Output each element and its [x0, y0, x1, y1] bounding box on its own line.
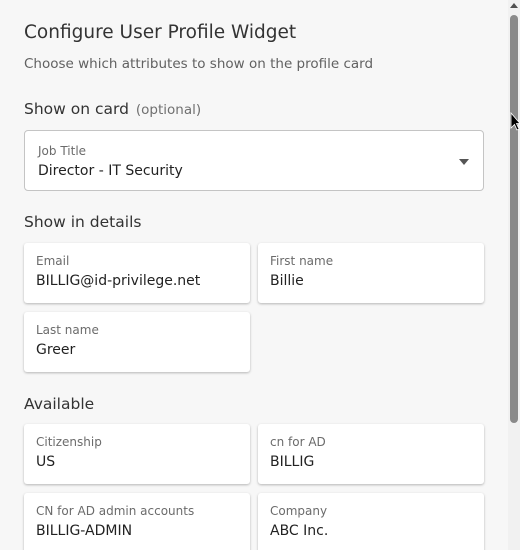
available-card-citizenship[interactable]: Citizenship US [24, 424, 250, 484]
card-value: US [36, 454, 56, 470]
job-title-select[interactable]: Job Title Director - IT Security [24, 130, 484, 191]
available-card-cn-for-ad[interactable]: cn for AD BILLIG [258, 424, 484, 484]
caret-down-icon[interactable] [459, 159, 469, 165]
card-label: Last name [36, 323, 99, 337]
card-value: BILLIG [270, 454, 315, 470]
card-value: ABC Inc. [270, 523, 329, 539]
card-value: BILLIG@id-privilege.net [36, 273, 201, 289]
optional-label: (optional) [135, 102, 202, 118]
show-in-details-heading: Show in details [24, 213, 142, 231]
card-label: First name [270, 254, 334, 268]
card-value: Greer [36, 342, 76, 358]
show-on-card-label: Show on card [24, 100, 129, 118]
available-heading: Available [24, 395, 95, 413]
scroll-up-arrow-icon[interactable] [510, 3, 518, 8]
dialog-title: Configure User Profile Widget [24, 22, 297, 43]
job-title-label: Job Title [38, 144, 87, 158]
card-value: Billie [270, 273, 304, 289]
scrollbar-thumb[interactable] [510, 15, 518, 423]
card-label: CN for AD admin accounts [36, 504, 195, 518]
card-label: cn for AD [270, 435, 326, 449]
card-value: BILLIG-ADMIN [36, 523, 133, 539]
mouse-pointer-icon [510, 112, 520, 131]
available-card-cn-admin[interactable]: CN for AD admin accounts BILLIG-ADMIN [24, 493, 250, 550]
dialog-subtitle: Choose which attributes to show on the p… [24, 56, 374, 72]
card-label: Email [36, 254, 70, 268]
detail-card-email[interactable]: Email BILLIG@id-privilege.net [24, 243, 250, 303]
show-on-card-heading: Show on card (optional) [24, 100, 201, 118]
card-label: Citizenship [36, 435, 102, 449]
vertical-scrollbar[interactable] [508, 0, 520, 550]
configure-widget-panel: Configure User Profile Widget Choose whi… [0, 0, 508, 550]
detail-card-last-name[interactable]: Last name Greer [24, 312, 250, 372]
card-label: Company [270, 504, 328, 518]
detail-card-first-name[interactable]: First name Billie [258, 243, 484, 303]
job-title-value: Director - IT Security [38, 163, 183, 179]
available-card-company[interactable]: Company ABC Inc. [258, 493, 484, 550]
